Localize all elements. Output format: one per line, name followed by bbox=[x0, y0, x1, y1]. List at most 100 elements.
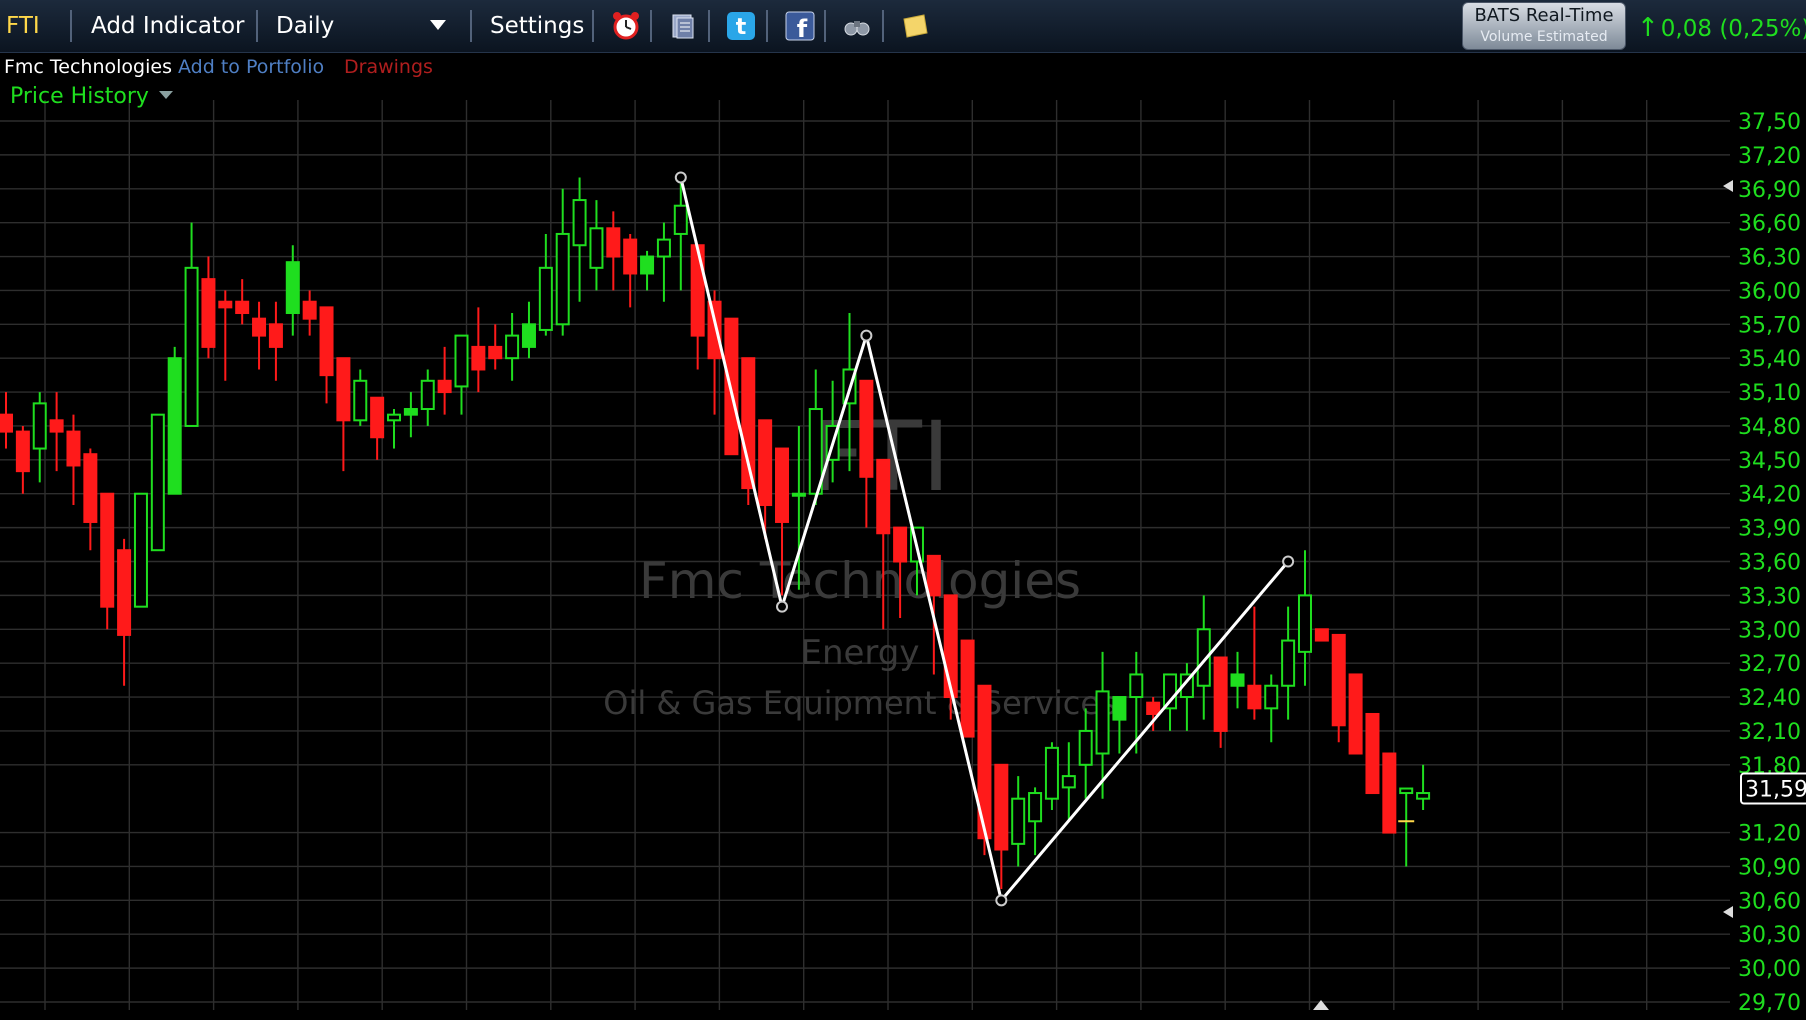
candle[interactable] bbox=[235, 279, 250, 325]
candle-body bbox=[1297, 594, 1312, 653]
candle[interactable] bbox=[302, 290, 317, 336]
candle-body bbox=[0, 413, 13, 433]
candle[interactable] bbox=[505, 313, 520, 381]
candle[interactable] bbox=[1028, 787, 1043, 856]
candle-body bbox=[83, 453, 98, 523]
scroll-up-marker[interactable] bbox=[1723, 180, 1733, 192]
candle[interactable] bbox=[403, 392, 418, 438]
candle[interactable] bbox=[1230, 651, 1245, 709]
candle-body bbox=[521, 323, 536, 348]
y-tick-label: 35,10 bbox=[1738, 381, 1801, 406]
candle[interactable] bbox=[1348, 673, 1363, 755]
candle-body bbox=[1129, 673, 1144, 699]
candle-body bbox=[1331, 633, 1346, 727]
candle[interactable] bbox=[1365, 712, 1380, 795]
candle[interactable] bbox=[319, 306, 334, 404]
candle[interactable] bbox=[1399, 787, 1414, 867]
y-tick-label: 30,90 bbox=[1738, 855, 1801, 880]
price-chart[interactable]: FTI Fmc Technologies Energy Oil & Gas Eq… bbox=[0, 0, 1806, 1020]
candle[interactable] bbox=[1112, 696, 1127, 754]
candle[interactable] bbox=[437, 346, 452, 415]
candle[interactable] bbox=[268, 301, 283, 381]
y-tick-label: 36,30 bbox=[1738, 246, 1801, 271]
zigzag-node[interactable] bbox=[776, 600, 789, 613]
candle-body bbox=[707, 300, 722, 360]
zigzag-node[interactable] bbox=[674, 171, 687, 184]
candle[interactable] bbox=[83, 448, 98, 551]
candle[interactable] bbox=[66, 414, 81, 506]
candle[interactable] bbox=[100, 492, 115, 630]
candle[interactable] bbox=[387, 409, 402, 449]
data-feed-badge[interactable]: BATS Real-Time Volume Estimated bbox=[1462, 2, 1626, 50]
candle[interactable] bbox=[252, 301, 267, 370]
facebook-icon[interactable]: f bbox=[785, 11, 815, 41]
candle[interactable] bbox=[488, 324, 503, 370]
scroll-down-marker[interactable] bbox=[1723, 906, 1733, 918]
candle[interactable] bbox=[538, 233, 553, 336]
twitter-icon[interactable]: t bbox=[726, 11, 756, 41]
candle[interactable] bbox=[589, 200, 604, 291]
candle[interactable] bbox=[285, 245, 300, 336]
candle-body bbox=[589, 227, 604, 269]
candle[interactable] bbox=[201, 256, 216, 359]
note-icon[interactable] bbox=[900, 11, 930, 41]
y-tick-label: 32,10 bbox=[1738, 720, 1801, 745]
ticker-symbol[interactable]: FTI bbox=[6, 9, 40, 43]
candle-body bbox=[218, 300, 233, 309]
candle[interactable] bbox=[623, 233, 638, 308]
candle[interactable] bbox=[15, 425, 30, 494]
candle-body bbox=[555, 232, 570, 326]
candle[interactable] bbox=[32, 392, 47, 483]
candle[interactable] bbox=[994, 763, 1009, 890]
zigzag-node[interactable] bbox=[995, 894, 1008, 907]
candle[interactable] bbox=[640, 250, 655, 291]
candle[interactable] bbox=[1382, 752, 1397, 834]
toolbar-divider bbox=[650, 10, 652, 42]
candle[interactable] bbox=[0, 392, 13, 449]
arrow-up-icon: ↑ bbox=[1637, 13, 1659, 43]
svg-text:f: f bbox=[797, 15, 808, 41]
candle-body bbox=[133, 492, 148, 608]
zigzag-node[interactable] bbox=[860, 329, 873, 342]
candle[interactable] bbox=[370, 396, 385, 460]
candle[interactable] bbox=[1061, 742, 1076, 822]
candle[interactable] bbox=[420, 369, 435, 426]
y-tick-label: 36,90 bbox=[1738, 178, 1801, 203]
toolbar-divider bbox=[708, 10, 710, 42]
candle[interactable] bbox=[454, 334, 469, 415]
settings-button[interactable]: Settings bbox=[490, 9, 584, 43]
period-select[interactable]: Daily bbox=[276, 9, 334, 43]
candle-body bbox=[100, 492, 115, 608]
price-history-menu[interactable]: Price History bbox=[10, 84, 173, 109]
alarm-clock-icon[interactable] bbox=[611, 11, 641, 41]
candle[interactable] bbox=[960, 639, 975, 738]
candle-body bbox=[791, 492, 806, 497]
zigzag-node[interactable] bbox=[1282, 555, 1295, 568]
binoculars-icon[interactable] bbox=[842, 11, 872, 41]
drawings-link[interactable]: Drawings bbox=[344, 56, 433, 78]
candle[interactable] bbox=[555, 188, 570, 336]
candle[interactable] bbox=[1281, 606, 1296, 720]
candle[interactable] bbox=[521, 301, 536, 359]
candle[interactable] bbox=[184, 222, 199, 427]
candle[interactable] bbox=[218, 290, 233, 381]
y-tick-label: 36,60 bbox=[1738, 212, 1801, 237]
candle[interactable] bbox=[471, 307, 486, 393]
candle[interactable] bbox=[167, 346, 182, 495]
candle-body bbox=[150, 413, 165, 552]
add-to-portfolio-link[interactable]: Add to Portfolio bbox=[178, 56, 324, 78]
candle[interactable] bbox=[353, 369, 368, 426]
candle[interactable] bbox=[1331, 633, 1346, 743]
candle[interactable] bbox=[150, 413, 165, 552]
add-indicator-button[interactable]: Add Indicator bbox=[91, 9, 244, 43]
candle[interactable] bbox=[1011, 776, 1026, 867]
candle[interactable] bbox=[1179, 663, 1194, 731]
candle[interactable] bbox=[336, 357, 351, 472]
candle[interactable] bbox=[1264, 674, 1279, 743]
candle[interactable] bbox=[572, 177, 587, 302]
candle[interactable] bbox=[1416, 764, 1431, 810]
stack-icon[interactable] bbox=[668, 11, 698, 41]
candle[interactable] bbox=[133, 492, 148, 608]
chevron-down-icon[interactable] bbox=[430, 20, 446, 30]
candle[interactable] bbox=[1314, 628, 1329, 642]
